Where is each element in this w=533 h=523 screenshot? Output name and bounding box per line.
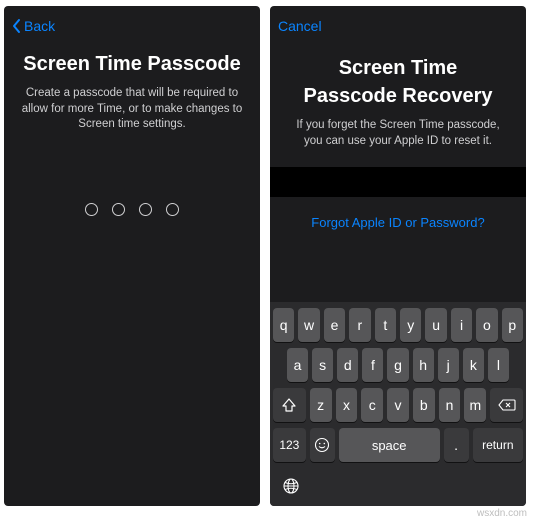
key-z[interactable]: z [310,388,332,422]
emoji-icon [314,437,330,453]
passcode-dot [166,203,179,216]
key-a[interactable]: a [287,348,308,382]
page-title: Screen Time Passcode [18,52,246,76]
passcode-dot [139,203,152,216]
key-n[interactable]: n [439,388,461,422]
cancel-label: Cancel [278,18,322,34]
passcode-dot [85,203,98,216]
key-x[interactable]: x [336,388,358,422]
watermark: wsxdn.com [477,508,527,519]
key-s[interactable]: s [312,348,333,382]
key-t[interactable]: t [375,308,396,342]
page-subtitle: If you forget the Screen Time passcode, … [284,118,512,149]
key-k[interactable]: k [463,348,484,382]
key-l[interactable]: l [488,348,509,382]
key-r[interactable]: r [349,308,370,342]
space-key[interactable]: space [339,428,440,462]
title-area: Screen Time Passcode Recovery If you for… [270,46,526,149]
chevron-left-icon [12,18,22,34]
key-y[interactable]: y [400,308,421,342]
key-p[interactable]: p [502,308,523,342]
key-i[interactable]: i [451,308,472,342]
keyboard: qwertyuiop asdfghjkl zxcvbnm [270,302,526,472]
key-o[interactable]: o [476,308,497,342]
key-q[interactable]: q [273,308,294,342]
globe-icon [282,477,300,495]
back-button[interactable]: Back [12,18,55,34]
passcode-dot [112,203,125,216]
back-label: Back [24,18,55,34]
apple-id-field[interactable] [270,167,526,197]
delete-key[interactable] [490,388,523,422]
key-c[interactable]: c [361,388,383,422]
screen-passcode-setup: Back Screen Time Passcode Create a passc… [4,6,260,506]
navbar-right: Cancel [270,6,526,46]
title-area: Screen Time Passcode Create a passcode t… [4,46,260,133]
key-j[interactable]: j [438,348,459,382]
key-b[interactable]: b [413,388,435,422]
key-e[interactable]: e [324,308,345,342]
shift-key[interactable] [273,388,306,422]
forgot-link[interactable]: Forgot Apple ID or Password? [270,215,526,230]
key-w[interactable]: w [298,308,319,342]
key-m[interactable]: m [464,388,486,422]
passcode-dots[interactable] [4,203,260,216]
navbar-left: Back [4,6,260,46]
numbers-key[interactable]: 123 [273,428,306,462]
backspace-icon [498,399,516,411]
key-d[interactable]: d [337,348,358,382]
return-key[interactable]: return [473,428,523,462]
globe-key[interactable] [273,472,309,500]
keyboard-bottombar [270,472,526,506]
key-h[interactable]: h [413,348,434,382]
key-v[interactable]: v [387,388,409,422]
period-key[interactable]: . [444,428,469,462]
key-f[interactable]: f [362,348,383,382]
key-u[interactable]: u [425,308,446,342]
emoji-key[interactable] [310,428,335,462]
page-title-line2: Passcode Recovery [284,84,512,108]
screen-passcode-recovery: Cancel Screen Time Passcode Recovery If … [270,6,526,506]
shift-icon [282,398,296,412]
cancel-button[interactable]: Cancel [278,18,322,34]
page-subtitle: Create a passcode that will be required … [18,86,246,133]
key-g[interactable]: g [387,348,408,382]
page-title-line1: Screen Time [284,56,512,80]
